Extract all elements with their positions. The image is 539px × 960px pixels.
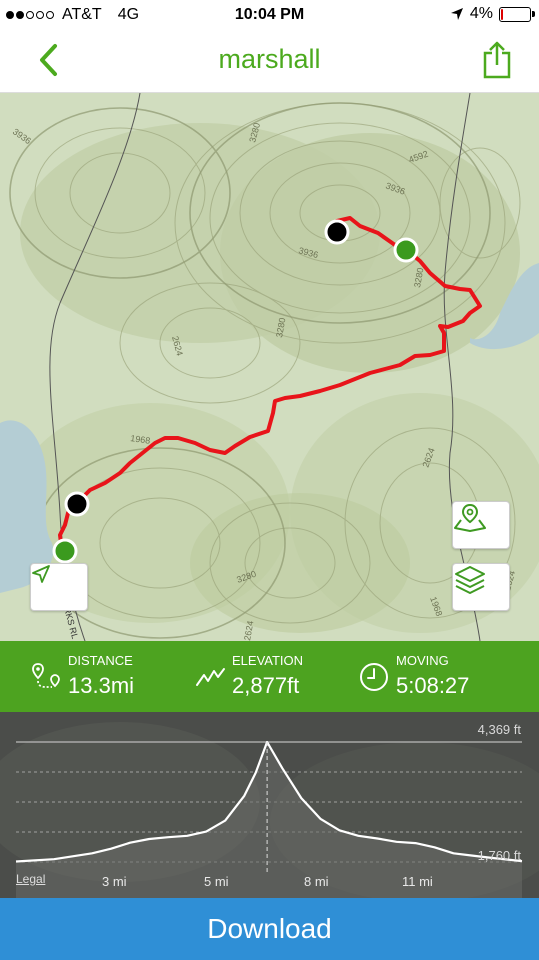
distance-value: 13.3mi	[68, 673, 135, 698]
start-marker[interactable]	[52, 538, 78, 564]
status-right: 4%	[450, 5, 535, 23]
moving-value: 5:08:27	[396, 673, 470, 698]
status-bar: AT&T 4G 10:04 PM 4%	[0, 0, 539, 30]
end-marker[interactable]	[324, 219, 350, 245]
moving-label: MOVING	[396, 653, 449, 668]
x-tick-label: 3 mi	[102, 874, 127, 889]
elevation-profile[interactable]: 4,369 ft 1,760 ft Legal 3 mi 5 mi 8 mi 1…	[0, 712, 539, 898]
elevation-value: 2,877ft	[232, 673, 300, 698]
y-tick-label: 4,369 ft	[477, 722, 521, 737]
x-tick-label: 11 mi	[402, 874, 433, 889]
download-button[interactable]: Download	[0, 898, 539, 960]
elevation-label: ELEVATION	[232, 653, 304, 668]
y-tick-label: 1,760 ft	[477, 848, 521, 863]
layers-icon	[455, 566, 485, 594]
x-tick-label: 5 mi	[204, 874, 229, 889]
share-button[interactable]	[477, 38, 517, 82]
header: marshall	[0, 30, 539, 93]
location-services-icon	[450, 8, 463, 20]
topo-map[interactable]: 3936 3280 4592 3936 3936 3280 3280 2624 …	[0, 93, 539, 641]
distance-label: DISTANCE	[68, 653, 133, 668]
route-pin-icon	[32, 663, 60, 688]
x-tick-label: 8 mi	[304, 874, 329, 889]
elevation-zigzag-icon	[196, 668, 225, 686]
locate-button[interactable]	[30, 563, 88, 611]
start-marker[interactable]	[393, 237, 419, 263]
topo-map-canvas: 3936 3280 4592 3936 3936 3280 3280 2624 …	[0, 93, 539, 641]
end-marker[interactable]	[64, 491, 90, 517]
layers-button[interactable]	[452, 563, 510, 611]
battery-level	[501, 8, 503, 20]
stats-bar: DISTANCE 13.3mi ELEVATION 2,877ft MOVING…	[0, 641, 539, 712]
page-title: marshall	[218, 44, 321, 74]
elevation-chart	[0, 712, 539, 898]
track-view-button[interactable]	[452, 501, 510, 549]
share-icon	[483, 41, 511, 79]
map-pin-icon	[454, 503, 486, 532]
clock-icon	[360, 663, 388, 691]
legal-link[interactable]: Legal	[16, 872, 45, 886]
location-arrow-icon	[32, 565, 50, 583]
battery-icon	[499, 6, 535, 22]
battery-percent: 4%	[469, 5, 493, 22]
